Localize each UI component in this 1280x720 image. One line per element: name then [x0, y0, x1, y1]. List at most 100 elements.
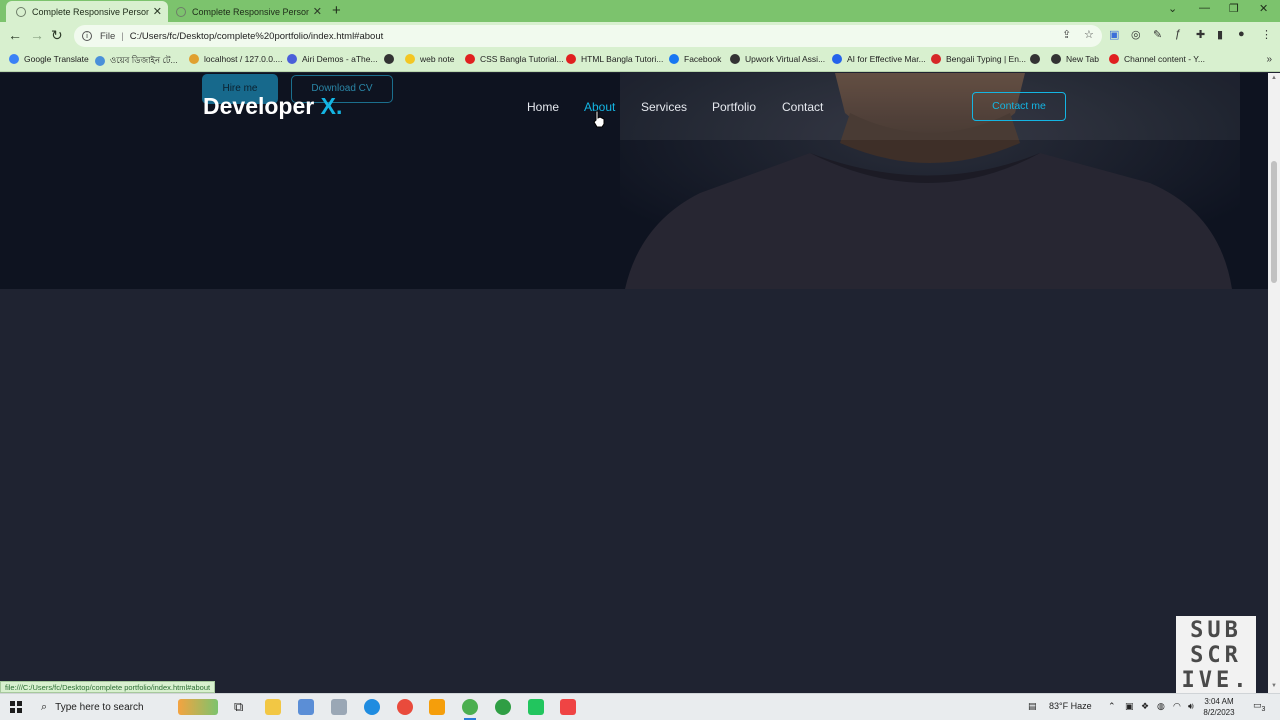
- bookmark-item[interactable]: [1030, 54, 1045, 64]
- tab-search-icon[interactable]: ⌄: [1168, 2, 1177, 15]
- volume-icon[interactable]: 🔊︎: [1188, 701, 1194, 712]
- bookmark-item[interactable]: ওয়েব ডিজাইন টে...: [95, 54, 178, 68]
- url-separator: |: [121, 30, 124, 42]
- chrome-icon[interactable]: [397, 699, 413, 715]
- weather-icon[interactable]: ▤: [1028, 701, 1037, 712]
- folder-icon: [405, 54, 415, 64]
- close-icon[interactable]: ✕: [153, 5, 162, 18]
- new-tab-button[interactable]: +: [332, 2, 341, 19]
- bookmark-item[interactable]: HTML Bangla Tutori...: [566, 54, 663, 64]
- nav-services[interactable]: Services: [641, 100, 687, 114]
- side-panel-icon[interactable]: ▮: [1217, 28, 1223, 41]
- notification-icon[interactable]: ▭3: [1253, 700, 1265, 713]
- extension-camera-icon[interactable]: ◎: [1131, 28, 1141, 41]
- nav-home[interactable]: Home: [527, 100, 559, 114]
- file-explorer-icon[interactable]: [265, 699, 281, 715]
- window-close-icon[interactable]: ✕: [1259, 2, 1268, 15]
- restore-icon[interactable]: ❐: [1229, 2, 1239, 15]
- globe-icon: [1030, 54, 1040, 64]
- globe-icon: [384, 54, 394, 64]
- chrome-profile-2-icon[interactable]: [495, 699, 511, 715]
- bookmark-label: web note: [420, 54, 455, 64]
- profile-avatar-icon[interactable]: ●: [1238, 28, 1245, 40]
- contact-me-button[interactable]: Contact me: [972, 92, 1066, 121]
- translate-icon: [9, 54, 19, 64]
- tray-app-icon[interactable]: ❖: [1141, 701, 1149, 712]
- site-logo[interactable]: Developer X.: [203, 93, 342, 120]
- globe-icon: [95, 56, 105, 66]
- menu-kebab-icon[interactable]: ⋮: [1261, 28, 1272, 41]
- url-scheme: File: [100, 30, 116, 42]
- windows-start-icon[interactable]: [10, 701, 22, 713]
- extension-font-icon[interactable]: ƒ: [1175, 28, 1181, 40]
- scroll-up-icon[interactable]: ▲: [1271, 75, 1277, 81]
- reload-icon[interactable]: ↻: [51, 27, 63, 44]
- scrollbar-thumb[interactable]: [1271, 161, 1277, 283]
- bookmark-item[interactable]: Facebook: [669, 54, 721, 64]
- bookmark-item[interactable]: Upwork Virtual Assi...: [730, 54, 825, 64]
- task-view-icon[interactable]: ⧉: [234, 699, 243, 715]
- extension-tools-icon[interactable]: ✎: [1153, 28, 1162, 41]
- camtasia-icon[interactable]: [528, 699, 544, 715]
- back-arrow-icon[interactable]: ←: [8, 27, 22, 43]
- bookmark-label: Bengali Typing | En...: [946, 54, 1027, 64]
- youtube-icon: [1109, 54, 1119, 64]
- browser-tab[interactable]: Complete Responsive Personal P ✕: [166, 1, 328, 22]
- logo-text: Developer: [203, 93, 315, 119]
- close-icon[interactable]: ✕: [313, 5, 322, 18]
- address-bar[interactable]: i File | C:/Users/fc/Desktop/complete%20…: [74, 25, 1102, 47]
- bookmark-label: ওয়েব ডিজাইন টে...: [110, 55, 178, 65]
- info-icon[interactable]: i: [82, 31, 92, 41]
- bookmark-item[interactable]: Google Translate: [9, 54, 89, 64]
- extensions-puzzle-icon[interactable]: ✚: [1196, 28, 1205, 41]
- bookmark-label: Channel content - Y...: [1124, 54, 1205, 64]
- globe-icon: [176, 6, 186, 17]
- globe-icon: [16, 6, 26, 17]
- edge-icon[interactable]: [364, 699, 380, 715]
- search-icon: ⌕: [41, 701, 48, 713]
- search-highlight-icon[interactable]: [178, 699, 218, 715]
- extension-translate-icon[interactable]: ▣: [1109, 28, 1119, 41]
- bookmark-item[interactable]: New Tab: [1051, 54, 1099, 64]
- bookmark-label: Upwork Virtual Assi...: [745, 54, 826, 64]
- recorder-icon[interactable]: [560, 699, 576, 715]
- notepad-icon[interactable]: [298, 699, 314, 715]
- wifi-icon[interactable]: ◠: [1173, 701, 1181, 712]
- weather-text[interactable]: 83°F Haze: [1049, 701, 1092, 711]
- bookmark-label: Facebook: [684, 54, 722, 64]
- share-icon[interactable]: ⇪: [1062, 28, 1071, 41]
- snipping-tool-icon[interactable]: [331, 699, 347, 715]
- bookmark-item[interactable]: CSS Bangla Tutorial...: [465, 54, 564, 64]
- bookmark-item[interactable]: web note: [405, 54, 455, 64]
- bookmark-label: New Tab: [1066, 54, 1099, 64]
- browser-tab-active[interactable]: Complete Responsive Personal P ✕: [6, 1, 168, 22]
- tray-app-icon[interactable]: ◍: [1157, 701, 1165, 712]
- bookmarks-bar: Google Translate ওয়েব ডিজাইন টে... loca…: [0, 50, 1280, 72]
- taskbar-clock[interactable]: 3:04 AM 8/2/2023: [1198, 696, 1240, 718]
- subscribe-watermark: SUB SCR IVE.: [1176, 616, 1256, 693]
- tray-app-icon[interactable]: ▣: [1125, 701, 1134, 712]
- bookmark-label: localhost / 127.0.0....: [204, 54, 283, 64]
- bookmark-item[interactable]: Airi Demos - aThe...: [287, 54, 378, 64]
- nav-portfolio[interactable]: Portfolio: [712, 100, 756, 114]
- browser-tab-strip: Complete Responsive Personal P ✕ Complet…: [0, 0, 1280, 22]
- bookmark-item[interactable]: localhost / 127.0.0....: [189, 54, 282, 64]
- bookmarks-overflow-icon[interactable]: »: [1266, 54, 1272, 65]
- bookmark-item[interactable]: Channel content - Y...: [1109, 54, 1205, 64]
- airi-icon: [287, 54, 297, 64]
- clock-date: 8/2/2023: [1203, 708, 1235, 717]
- bookmark-item[interactable]: AI for Effective Mar...: [832, 54, 926, 64]
- bookmark-item[interactable]: [384, 54, 399, 64]
- minimize-icon[interactable]: —: [1199, 2, 1210, 14]
- sublime-text-icon[interactable]: [429, 699, 445, 715]
- page-scrollbar[interactable]: ▲ ▼: [1268, 73, 1280, 693]
- nav-contact[interactable]: Contact: [782, 100, 823, 114]
- bookmark-star-icon[interactable]: ☆: [1084, 28, 1094, 41]
- subscribe-line: IVE.: [1181, 668, 1251, 693]
- bookmark-item[interactable]: Bengali Typing | En...: [931, 54, 1026, 64]
- bookmark-label: Google Translate: [24, 54, 89, 64]
- scroll-down-icon[interactable]: ▼: [1271, 683, 1277, 689]
- chrome-profile-icon[interactable]: [462, 699, 478, 720]
- forward-arrow-icon[interactable]: →: [30, 27, 44, 43]
- chevron-up-icon[interactable]: ⌃: [1108, 701, 1116, 712]
